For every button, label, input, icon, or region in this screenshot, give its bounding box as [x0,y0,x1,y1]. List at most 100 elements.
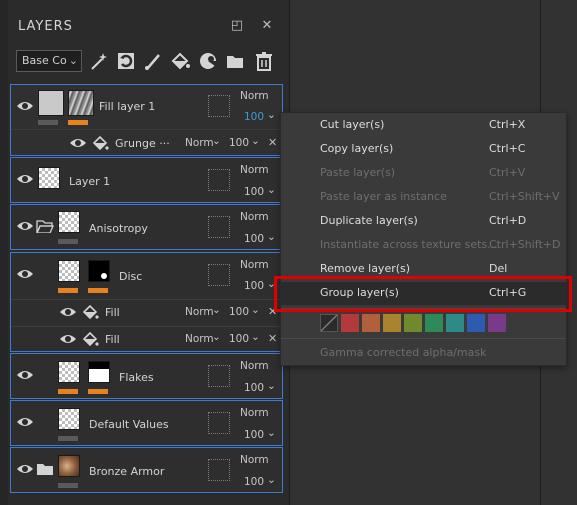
eye-icon[interactable] [16,265,34,283]
no-color-icon [321,315,337,331]
effect-blend[interactable]: Norm [185,306,214,318]
opacity-value[interactable]: 100 [244,186,264,198]
blend-mode[interactable]: Norm [240,90,269,102]
menu-duplicate-layers[interactable]: Duplicate layer(s) Ctrl+D [281,210,566,232]
chevron-down-icon: ⌄ [68,54,78,67]
effect-opacity[interactable]: 100 [229,137,249,149]
layer-name[interactable]: Default Values [89,418,169,431]
fill-bucket-icon [82,304,99,320]
row-divider [11,299,282,300]
refresh-mask-icon[interactable] [115,49,137,73]
layer-mask-slot[interactable] [208,169,230,191]
layer-name[interactable]: Disc [119,270,142,283]
color-swatch-purple[interactable] [488,314,506,332]
effect-blend[interactable]: Norm [185,333,214,345]
color-swatch-orange[interactable] [362,314,380,332]
layer-bar [58,288,78,293]
layer-thumbnail [58,211,80,233]
layer-name[interactable]: Flakes [119,371,154,384]
layer-mask-slot[interactable] [208,216,230,238]
eye-icon[interactable] [16,170,34,188]
color-swatch-none[interactable] [320,314,338,332]
trash-icon[interactable] [253,49,275,73]
layer-mask-slot[interactable] [208,365,230,387]
blend-mode[interactable]: Norm [240,407,269,419]
layer-anisotropy[interactable]: Anisotropy Norm 100 ⌄ [10,204,283,250]
layer-disc[interactable]: Disc Norm 100 ⌄ Fill Norm ⌄ 100 ⌄ ✕ Fill… [10,252,283,352]
layer-layer-1[interactable]: Layer 1 Norm 100 ⌄ [10,157,283,203]
opacity-value[interactable]: 100 [244,429,264,441]
folder-icon[interactable] [224,49,246,73]
blend-mode[interactable]: Norm [240,454,269,466]
eye-icon[interactable] [59,330,77,348]
color-swatch-teal[interactable] [446,314,464,332]
effect-name[interactable]: Grunge ··· [115,137,170,150]
menu-item-shortcut: Ctrl+Shift+D [489,238,561,251]
fill-bucket-icon[interactable] [169,49,191,73]
eye-icon[interactable] [16,460,34,478]
layer-name[interactable]: Bronze Armor [89,465,164,478]
layer-name[interactable]: Fill layer 1 [99,100,155,113]
opacity-value[interactable]: 100 [244,233,264,245]
eye-icon[interactable] [16,366,34,384]
effect-name[interactable]: Fill [105,306,120,319]
color-swatch-green[interactable] [425,314,443,332]
layer-mask-slot[interactable] [208,95,230,117]
eye-icon[interactable] [59,303,77,321]
effect-opacity[interactable]: 100 [229,306,249,318]
panel-title: LAYERS [18,19,73,34]
layer-name[interactable]: Layer 1 [69,175,110,188]
layer-mask-slot[interactable] [208,412,230,434]
channel-select[interactable]: Base Co ⌄ [16,50,82,72]
opacity-value[interactable]: 100 [244,382,264,394]
layer-fill-layer-1[interactable]: Fill layer 1 Norm 100 ⌄ Grunge ··· Norm … [10,84,283,156]
opacity-value[interactable]: 100 [244,280,264,292]
eye-icon[interactable] [16,413,34,431]
paint-brush-icon[interactable] [142,49,164,73]
channel-select-value: Base Co [22,54,67,67]
smart-material-icon[interactable] [197,49,219,73]
menu-gamma-corrected[interactable]: Gamma corrected alpha/mask [281,342,566,364]
blend-mode[interactable]: Norm [240,211,269,223]
effect-opacity[interactable]: 100 [229,333,249,345]
layer-mask-slot[interactable] [208,459,230,481]
layer-thumbnail [58,408,80,430]
effect-blend[interactable]: Norm [185,137,214,149]
menu-item-shortcut: Ctrl+Shift+V [489,190,560,203]
undock-icon[interactable]: ◰ [227,16,247,36]
menu-paste-layers[interactable]: Paste layer(s) Ctrl+V [281,162,566,184]
blend-mode[interactable]: Norm [240,259,269,271]
folder-icon[interactable] [36,462,54,476]
mask-thumbnail [88,260,110,282]
menu-cut-layers[interactable]: Cut layer(s) Ctrl+X [281,114,566,136]
color-swatch-olive[interactable] [404,314,422,332]
color-swatch-yellow[interactable] [383,314,401,332]
opacity-value[interactable]: 100 [244,111,264,123]
chevron-down-icon: ⌄ [251,304,260,316]
layer-bronze-armor[interactable]: Bronze Armor Norm 100 ⌄ [10,447,283,493]
layer-name[interactable]: Anisotropy [89,222,148,235]
blend-mode[interactable]: Norm [240,164,269,176]
close-icon[interactable]: ✕ [257,16,277,36]
color-swatch-red[interactable] [341,314,359,332]
remove-effect-icon[interactable]: ✕ [268,136,277,149]
layers-toolbar: Base Co ⌄ [8,46,290,76]
menu-paste-as-instance[interactable]: Paste layer as instance Ctrl+Shift+V [281,186,566,208]
layer-mask-slot[interactable] [208,264,230,286]
panel-edge [0,0,8,505]
menu-item-label: Cut layer(s) [320,118,385,131]
remove-effect-icon[interactable]: ✕ [268,332,277,345]
layer-flakes[interactable]: Flakes Norm 100 ⌄ [10,353,283,399]
effect-name[interactable]: Fill [105,333,120,346]
opacity-value[interactable]: 100 [244,476,264,488]
blend-mode[interactable]: Norm [240,360,269,372]
menu-copy-layers[interactable]: Copy layer(s) Ctrl+C [281,138,566,160]
folder-open-icon[interactable] [36,219,54,233]
eye-icon[interactable] [16,217,34,235]
eye-icon[interactable] [16,97,34,115]
layer-default-values[interactable]: Default Values Norm 100 ⌄ [10,400,283,446]
color-swatch-blue[interactable] [467,314,485,332]
magic-wand-icon[interactable] [88,49,110,73]
eye-icon[interactable] [69,134,87,152]
menu-instantiate-across[interactable]: Instantiate across texture sets... Ctrl+… [281,234,566,256]
